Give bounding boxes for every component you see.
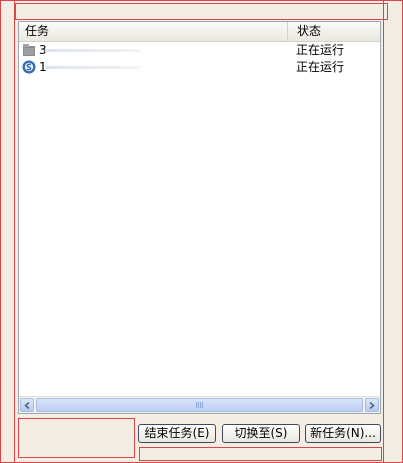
column-header-task[interactable]: 任务 [19,22,288,41]
end-task-button[interactable]: 结束任务(E) [138,424,216,443]
right-border-panel [383,0,403,463]
left-border-panel [0,0,15,463]
list-header: 任务 状态 [19,22,380,42]
bottom-border-panel [139,447,382,461]
task-row[interactable]: 3 正在运行 [19,42,380,58]
blue-circle-app-icon [22,60,36,74]
new-task-button[interactable]: 新任务(N)... [305,424,381,443]
task-row[interactable]: 1 正在运行 [19,59,380,75]
column-header-status[interactable]: 状态 [291,22,377,41]
switch-to-button[interactable]: 切换至(S) [222,424,300,443]
task-status: 正在运行 [296,43,345,57]
status-panel [18,418,135,458]
scrollbar-grip [195,402,204,408]
chevron-right-icon [369,402,375,409]
scroll-left-button[interactable] [20,398,34,412]
task-list[interactable]: 任务 状态 3 正在运行 1 正在运行 [18,21,381,414]
horizontal-scrollbar[interactable] [19,396,380,413]
task-name-blurred [45,66,140,69]
folder-app-icon [22,43,36,57]
scroll-right-button[interactable] [365,398,379,412]
chevron-left-icon [24,402,30,409]
task-name-blurred [45,49,140,52]
scrollbar-thumb[interactable] [36,398,363,412]
top-border-panel [15,3,388,20]
task-status: 正在运行 [296,60,345,74]
